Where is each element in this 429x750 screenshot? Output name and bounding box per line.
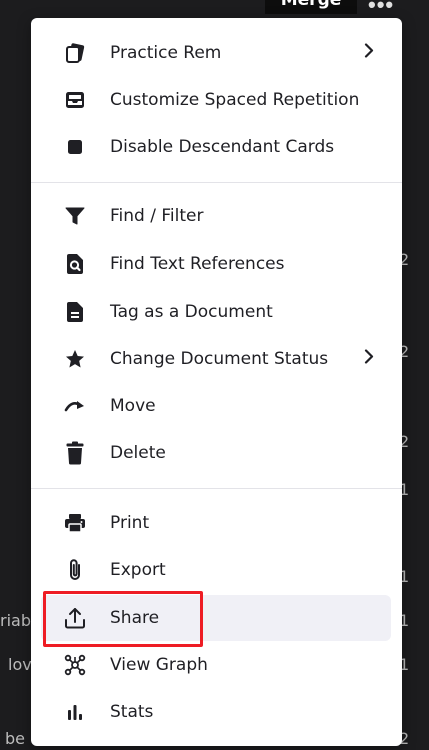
menu-item-label: Move [110, 396, 156, 416]
menu-item-tag-as-document[interactable]: Tag as a Document [31, 289, 402, 335]
cards-icon [63, 41, 87, 65]
move-arrow-icon [63, 394, 87, 418]
annotation-highlight-box [43, 591, 203, 647]
menu-item-label: Practice Rem [110, 43, 222, 63]
menu-item-label: View Graph [110, 655, 208, 675]
document-icon [63, 300, 87, 324]
graph-nodes-icon [63, 653, 87, 677]
more-options-icon[interactable]: ••• [368, 0, 394, 18]
menu-item-export[interactable]: Export [31, 547, 402, 593]
menu-item-change-document-status[interactable]: Change Document Status [31, 336, 402, 382]
menu-item-print[interactable]: Print [31, 500, 402, 546]
menu-item-label: Delete [110, 443, 166, 463]
menu-item-label: Print [110, 513, 150, 533]
menu-item-label: Disable Descendant Cards [110, 137, 335, 157]
stop-square-icon [63, 135, 87, 159]
menu-item-view-graph[interactable]: View Graph [31, 642, 402, 688]
menu-item-find-text-references[interactable]: Find Text References [31, 241, 402, 287]
star-icon [63, 347, 87, 371]
bar-stats-icon [63, 700, 87, 724]
menu-divider [31, 182, 402, 183]
merge-button[interactable]: Merge [265, 0, 357, 14]
inbox-tray-icon [63, 88, 87, 112]
printer-icon [63, 511, 87, 535]
menu-item-delete[interactable]: Delete [31, 430, 402, 476]
background-text-fragment: lov [8, 655, 32, 674]
menu-divider [31, 488, 402, 489]
paperclip-icon [63, 558, 87, 582]
document-search-icon [63, 252, 87, 276]
menu-item-label: Find / Filter [110, 206, 204, 226]
menu-item-move[interactable]: Move [31, 383, 402, 429]
menu-item-customize-spaced-repetition[interactable]: Customize Spaced Repetition [31, 77, 402, 123]
menu-item-label: Find Text References [110, 254, 285, 274]
trash-icon [63, 441, 87, 465]
menu-item-label: Export [110, 560, 166, 580]
menu-item-stats[interactable]: Stats [31, 689, 402, 735]
menu-item-label: Change Document Status [110, 349, 329, 369]
background-text-fragment: riab [0, 611, 31, 630]
chevron-right-icon [364, 349, 374, 369]
menu-item-label: Stats [110, 702, 154, 722]
chevron-right-icon [364, 43, 374, 63]
menu-item-label: Tag as a Document [110, 302, 273, 322]
filter-funnel-icon [63, 204, 87, 228]
menu-item-find-filter[interactable]: Find / Filter [31, 193, 402, 239]
menu-item-practice-rem[interactable]: Practice Rem [31, 30, 402, 76]
background-text-fragment: be [5, 729, 25, 748]
menu-item-disable-descendant-cards[interactable]: Disable Descendant Cards [31, 124, 402, 170]
menu-item-label: Customize Spaced Repetition [110, 90, 360, 110]
